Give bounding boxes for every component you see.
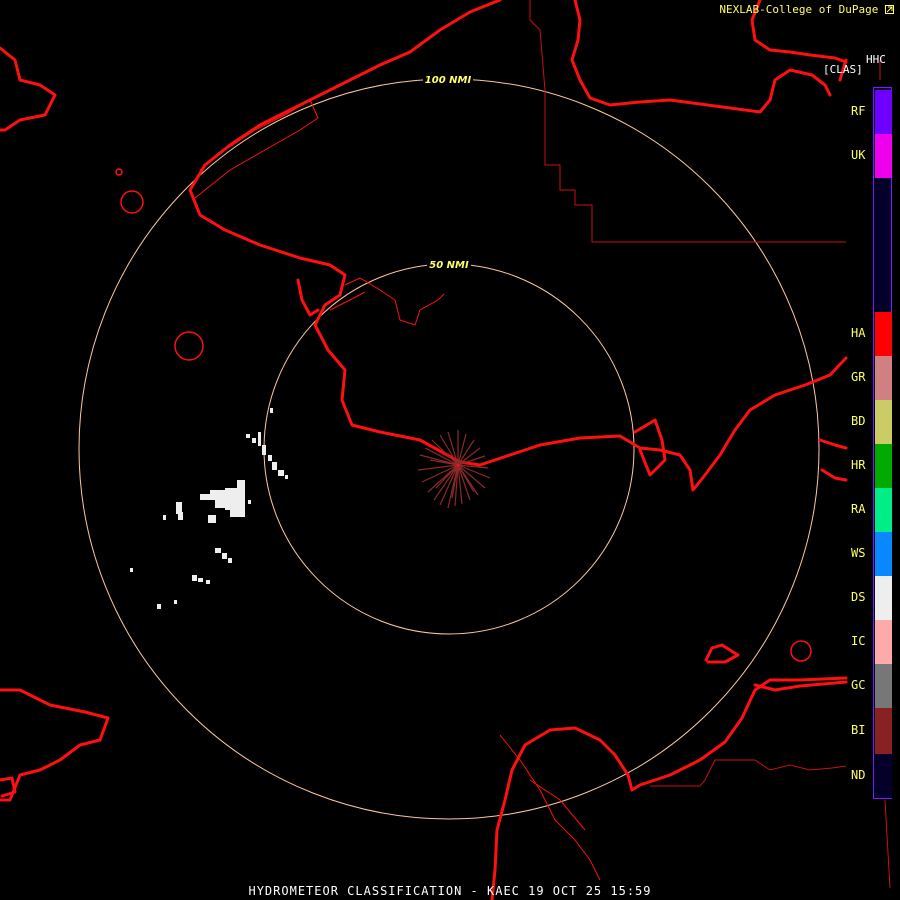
legend-label-gr: GR [851,370,866,384]
legend-swatch-ra [875,488,892,532]
legend-swatch-gr [875,356,892,400]
legend-label-ds: DS [851,590,866,604]
external-link-icon [885,5,894,14]
legend-label-uk: UK [851,148,866,162]
legend-label-bi: BI [851,723,866,737]
ring-label-100: 100 NMI [425,75,472,86]
legend-label-ra: RA [851,502,866,516]
legend-color-bar [873,87,892,799]
legend-swatch-ic [875,620,892,664]
product-label: [CLAS] [823,63,863,76]
legend-swatch-gc [875,664,892,708]
legend-swatch-rf [875,90,892,134]
radar-site-marker [456,463,460,467]
legend-swatch-hr [875,444,892,488]
product-footer: HYDROMETEOR CLASSIFICATION - KAEC 19 OCT… [248,884,652,898]
ring-label-50: 50 NMI [429,260,469,271]
legend-swatch-bd [875,400,892,444]
legend-label-hr: HR [851,458,866,472]
legend-label-ha: HA [851,326,866,340]
legend-swatch-bi [875,708,892,754]
legend-swatch-ds [875,576,892,620]
legend-label-gc: GC [851,678,866,692]
credit-link[interactable]: NEXLAB-College of DuPage [719,3,894,16]
legend-label-nd: ND [851,768,866,782]
credit-text: NEXLAB-College of DuPage [719,3,879,16]
legend-label-ic: IC [851,634,866,648]
legend-swatch-uk [875,134,892,178]
legend-label-bd: BD [851,414,866,428]
legend-swatch-nd [875,754,892,798]
legend-label-rf: RF [851,104,866,118]
legend-label-ws: WS [851,546,866,560]
legend-swatch-ws [875,532,892,576]
legend-swatch-ha [875,312,892,356]
product-code: HHC [866,53,886,66]
radar-map: 100 NMI 50 NMI [0,0,900,900]
